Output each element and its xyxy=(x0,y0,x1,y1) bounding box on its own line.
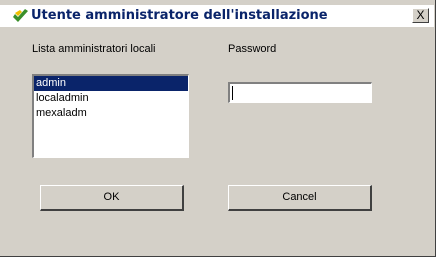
installer-icon xyxy=(13,9,28,22)
list-item[interactable]: mexaladm xyxy=(34,106,188,121)
password-field[interactable] xyxy=(228,82,372,103)
admin-list-label: Lista amministratori locali xyxy=(32,43,156,55)
admin-listbox[interactable]: admin localadmin mexaladm xyxy=(32,74,189,158)
list-item[interactable]: localadmin xyxy=(34,91,188,106)
window-title: Utente amministratore dell'installazione xyxy=(31,8,328,23)
dialog-window: Utente amministratore dell'installazione… xyxy=(0,0,436,257)
title-bar[interactable]: Utente amministratore dell'installazione… xyxy=(0,5,434,27)
cancel-button[interactable]: Cancel xyxy=(228,185,372,211)
ok-button[interactable]: OK xyxy=(40,185,184,211)
close-button[interactable]: X xyxy=(412,8,429,23)
password-label: Password xyxy=(228,43,277,55)
text-caret xyxy=(232,86,233,100)
list-item[interactable]: admin xyxy=(34,76,188,91)
